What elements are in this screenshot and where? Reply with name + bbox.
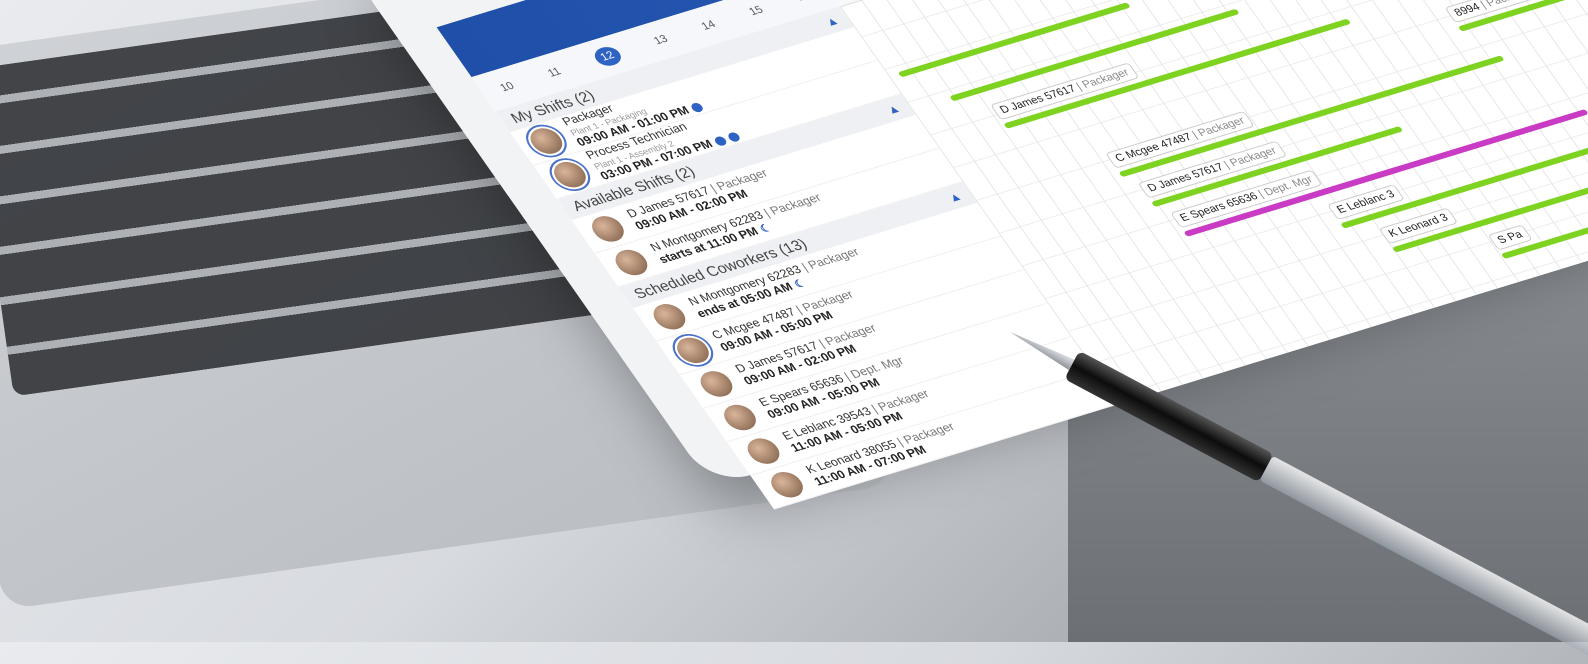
avatar — [544, 156, 595, 194]
chat-bubble-icon[interactable] — [712, 135, 729, 147]
moon-icon: ☾ — [792, 277, 809, 291]
avatar — [644, 298, 695, 336]
date-item[interactable]: 13 — [652, 33, 671, 47]
employee-name: S Pa — [1495, 228, 1526, 247]
shift-bar[interactable] — [1003, 18, 1352, 129]
date-item[interactable]: 15 — [747, 4, 766, 18]
date-item[interactable]: 11 — [546, 66, 564, 80]
avatar — [582, 210, 633, 248]
chat-bubble-icon[interactable] — [689, 101, 705, 114]
date-item[interactable]: 10 — [498, 80, 517, 94]
employee-name: D James 57617 — [997, 83, 1079, 116]
moon-icon: ☾ — [757, 222, 775, 236]
avatar — [762, 466, 812, 504]
employee-name: 8994 — [1452, 1, 1483, 19]
date-item[interactable]: 16 — [794, 0, 813, 3]
avatar — [668, 331, 718, 369]
avatar — [606, 244, 657, 281]
chevron-up-icon[interactable]: ▲ — [883, 101, 903, 117]
avatar — [738, 432, 789, 470]
shift-bar[interactable] — [897, 2, 1131, 78]
avatar — [691, 365, 742, 403]
chevron-up-icon[interactable]: ▲ — [945, 189, 965, 205]
chevron-up-icon[interactable]: ▲ — [822, 14, 842, 30]
chat-bubble-icon[interactable] — [725, 131, 742, 143]
employee-name: C Mcgee 47487 — [1112, 131, 1195, 165]
date-item-selected[interactable]: 12 — [589, 44, 626, 69]
avatar — [521, 122, 572, 160]
date-item[interactable]: 14 — [699, 19, 718, 33]
avatar — [715, 399, 765, 436]
